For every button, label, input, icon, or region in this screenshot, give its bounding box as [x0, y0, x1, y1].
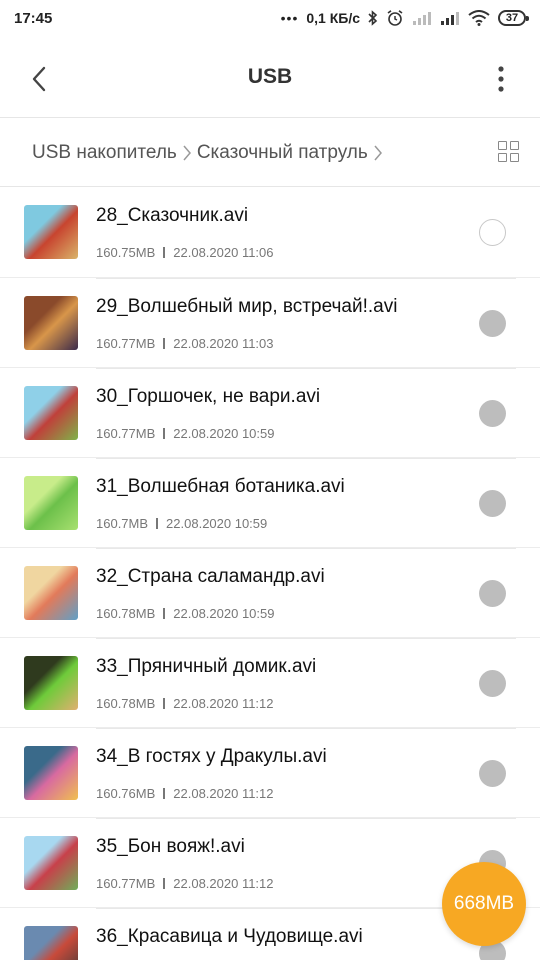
file-size: 160.78MB: [96, 696, 156, 711]
file-date: 22.08.2020 11:06: [173, 245, 274, 260]
back-button[interactable]: [22, 62, 56, 96]
select-checkbox[interactable]: [479, 400, 506, 427]
more-options-button[interactable]: [486, 62, 516, 96]
file-row[interactable]: 33_Пряничный домик.avi 160.78MB 22.08.2020…: [0, 637, 540, 727]
video-thumbnail: [24, 746, 78, 800]
file-date: 22.08.2020 11:03: [173, 336, 274, 351]
app-header: USB: [0, 36, 540, 118]
file-name: 29_Волшебный мир, встречай!.avi: [96, 296, 398, 317]
file-date: 22.08.2020 10:59: [173, 606, 275, 621]
signal-icon: [412, 10, 432, 26]
grid-view-icon[interactable]: [498, 141, 520, 163]
file-size: 160.76MB: [96, 786, 156, 801]
row-divider: [96, 548, 516, 549]
file-date: 22.08.2020 10:59: [173, 426, 275, 441]
file-size: 160.77MB: [96, 336, 156, 351]
video-thumbnail: [24, 836, 78, 890]
chevron-right-icon: [182, 144, 192, 162]
file-row[interactable]: 28_Сказочник.avi 160.75MB 22.08.2020 11:06: [0, 187, 540, 277]
video-thumbnail: [24, 566, 78, 620]
breadcrumb: USB накопитель Сказочный патруль: [0, 119, 540, 187]
battery-icon: 37: [498, 10, 529, 26]
video-thumbnail: [24, 926, 78, 960]
network-speed: 0,1 КБ/с: [306, 10, 360, 26]
file-size: 160.77MB: [96, 426, 156, 441]
video-thumbnail: [24, 205, 78, 259]
video-thumbnail: [24, 656, 78, 710]
row-divider: [96, 728, 516, 729]
file-date: 22.08.2020 10:59: [166, 516, 268, 531]
select-checkbox[interactable]: [479, 490, 506, 517]
meta-separator: [163, 338, 166, 349]
battery-level: 37: [505, 12, 519, 24]
meta-separator: [156, 518, 159, 529]
alarm-icon: [386, 9, 404, 27]
file-name: 34_В гостях у Дракулы.avi: [96, 746, 327, 767]
breadcrumb-item-current-folder[interactable]: Сказочный патруль: [197, 142, 368, 164]
select-checkbox[interactable]: [479, 310, 506, 337]
notification-dots: •••: [280, 10, 299, 26]
file-row[interactable]: 34_В гостях у Дракулы.avi 160.76MB 22.08.2…: [0, 727, 540, 817]
status-bar: 17:45 ••• 0,1 КБ/с 37: [0, 0, 540, 36]
file-date: 22.08.2020 11:12: [173, 786, 274, 801]
signal-icon: [440, 10, 460, 26]
file-row[interactable]: 30_Горшочек, не вари.avi 160.77MB 22.08.20…: [0, 367, 540, 457]
meta-separator: [163, 247, 166, 258]
file-name: 32_Страна саламандр.avi: [96, 566, 325, 587]
select-checkbox[interactable]: [479, 219, 506, 246]
file-meta: 160.78MB 22.08.2020 11:12: [96, 696, 274, 711]
file-meta: 160.78MB 22.08.2020 10:59: [96, 606, 274, 621]
breadcrumb-item-usb-storage[interactable]: USB накопитель: [32, 142, 177, 164]
file-meta: 160.75MB 22.08.2020 11:06: [96, 245, 274, 260]
meta-separator: [163, 428, 166, 439]
select-checkbox[interactable]: [479, 670, 506, 697]
file-row[interactable]: 31_Волшебная ботаника.avi 160.7MB 22.08.20…: [0, 457, 540, 547]
status-icons: ••• 0,1 КБ/с 37: [280, 9, 529, 27]
file-date: 22.08.2020 11:12: [173, 876, 274, 891]
file-name: 28_Сказочник.avi: [96, 205, 249, 226]
file-date: 22.08.2020 11:12: [173, 696, 274, 711]
chevron-right-icon: [373, 144, 383, 162]
meta-separator: [163, 608, 166, 619]
row-divider: [96, 818, 516, 819]
file-meta: 160.77MB 22.08.2020 11:12: [96, 876, 274, 891]
file-name: 31_Волшебная ботаника.avi: [96, 476, 345, 497]
page-title: USB: [247, 64, 293, 88]
file-list: 28_Сказочник.avi 160.75MB 22.08.2020 11:06…: [0, 187, 540, 960]
file-meta: 160.77MB 22.08.2020 11:03: [96, 336, 274, 351]
row-divider: [96, 278, 516, 279]
file-size: 160.7MB: [96, 516, 149, 531]
video-thumbnail: [24, 476, 78, 530]
video-thumbnail: [24, 296, 78, 350]
file-size: 160.78MB: [96, 606, 156, 621]
file-size: 160.75MB: [96, 245, 156, 260]
row-divider: [96, 638, 516, 639]
bluetooth-icon: [368, 10, 378, 26]
select-checkbox[interactable]: [479, 580, 506, 607]
file-meta: 160.76MB 22.08.2020 11:12: [96, 786, 274, 801]
more-vertical-icon: [498, 66, 504, 92]
file-name: 33_Пряничный домик.avi: [96, 656, 317, 677]
meta-separator: [163, 788, 166, 799]
status-time: 17:45: [14, 9, 53, 27]
file-row[interactable]: 32_Страна саламандр.avi 160.78MB 22.08.202…: [0, 547, 540, 637]
selection-size-badge[interactable]: 668MB: [442, 862, 526, 946]
row-divider: [96, 458, 516, 459]
file-name: 30_Горшочек, не вари.avi: [96, 386, 321, 407]
video-thumbnail: [24, 386, 78, 440]
file-row[interactable]: 29_Волшебный мир, встречай!.avi 160.77MB 2…: [0, 277, 540, 367]
file-size: 160.77MB: [96, 876, 156, 891]
meta-separator: [163, 878, 166, 889]
select-checkbox[interactable]: [479, 760, 506, 787]
file-name: 36_Красавица и Чудовище.avi: [96, 926, 363, 947]
wifi-icon: [468, 10, 490, 26]
chevron-left-icon: [32, 66, 46, 92]
file-name: 35_Бон вояж!.avi: [96, 836, 245, 857]
row-divider: [96, 368, 516, 369]
file-meta: 160.77MB 22.08.2020 10:59: [96, 426, 274, 441]
file-meta: 160.7MB 22.08.2020 10:59: [96, 516, 267, 531]
meta-separator: [163, 698, 166, 709]
